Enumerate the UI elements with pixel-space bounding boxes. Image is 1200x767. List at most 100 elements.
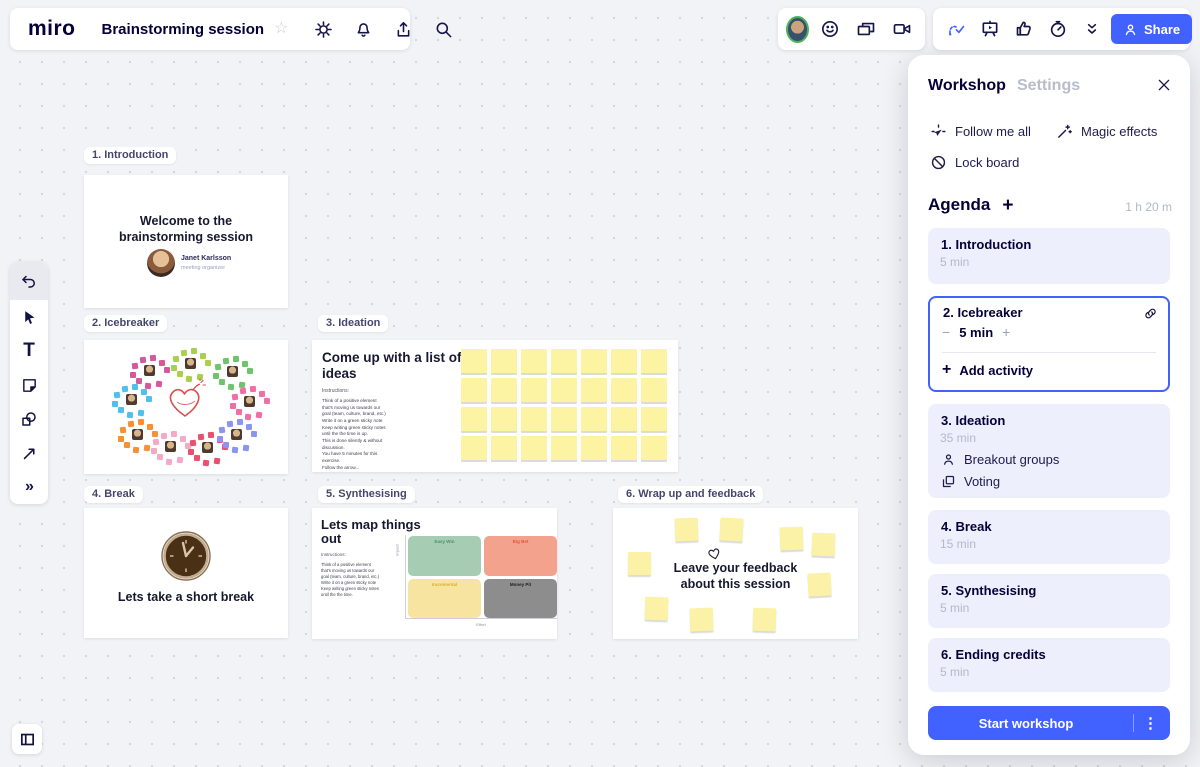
mini-sticky-note[interactable]: [153, 439, 160, 446]
miro-logo[interactable]: miro: [22, 17, 82, 41]
mini-sticky-note[interactable]: [171, 365, 177, 371]
mini-sticky-note[interactable]: [194, 455, 200, 461]
connector-arrow-tool-icon[interactable]: [10, 436, 48, 470]
presentation-icon[interactable]: [975, 14, 1005, 44]
follow-me-all-button[interactable]: Follow me all: [930, 123, 1031, 140]
sticky-note[interactable]: [461, 436, 487, 460]
undo-icon[interactable]: [10, 262, 48, 300]
mini-sticky-note[interactable]: [147, 424, 153, 430]
mini-sticky-note[interactable]: [236, 409, 242, 415]
mini-sticky-note[interactable]: [177, 371, 183, 377]
frame-label-introduction[interactable]: 1. Introduction: [84, 147, 176, 164]
mini-sticky-note[interactable]: [237, 419, 243, 425]
mini-sticky-note[interactable]: [200, 353, 206, 359]
voting-thumbs-up-icon[interactable]: [1009, 14, 1039, 44]
mini-sticky-note[interactable]: [242, 361, 248, 367]
reactions-smiley-icon[interactable]: [815, 14, 845, 44]
workshop-mode-icon[interactable]: [941, 14, 971, 44]
text-tool-icon[interactable]: T: [10, 334, 48, 368]
share-button[interactable]: Share: [1111, 14, 1192, 44]
mini-sticky-note[interactable]: [250, 386, 256, 392]
timer-icon[interactable]: [1043, 14, 1073, 44]
sticky-note[interactable]: [780, 527, 804, 551]
mini-sticky-note[interactable]: [232, 394, 239, 401]
mini-sticky-note[interactable]: [223, 358, 230, 365]
mini-sticky-note[interactable]: [215, 364, 222, 371]
add-agenda-item-button[interactable]: +: [1002, 196, 1013, 215]
mini-sticky-note[interactable]: [203, 460, 210, 467]
mini-sticky-note[interactable]: [114, 392, 121, 399]
screen-share-icon[interactable]: [851, 14, 881, 44]
sticky-note[interactable]: [551, 436, 577, 460]
mini-sticky-note[interactable]: [144, 445, 151, 452]
sticky-note[interactable]: [521, 349, 547, 373]
mini-sticky-note[interactable]: [198, 434, 205, 441]
mini-sticky-note[interactable]: [219, 427, 226, 434]
frame-label-synthesising[interactable]: 5. Synthesising: [318, 486, 415, 503]
mini-sticky-note[interactable]: [213, 373, 219, 379]
mini-sticky-note[interactable]: [240, 388, 247, 395]
agenda-item-break[interactable]: 4. Break 15 min: [928, 510, 1170, 564]
mini-sticky-note[interactable]: [152, 431, 158, 437]
mini-sticky-note[interactable]: [208, 432, 214, 438]
mini-sticky-note[interactable]: [247, 368, 253, 374]
mini-sticky-note[interactable]: [256, 412, 263, 419]
matrix-quadrant[interactable]: Big Bet: [484, 536, 557, 576]
mini-sticky-note[interactable]: [133, 447, 140, 454]
sticky-note[interactable]: [521, 378, 547, 402]
matrix-quadrant[interactable]: Money Pit: [484, 579, 557, 619]
mini-sticky-note[interactable]: [217, 436, 223, 442]
sticky-note[interactable]: [675, 518, 699, 542]
matrix-quadrant[interactable]: Incremental: [408, 579, 481, 619]
mini-sticky-note[interactable]: [173, 356, 180, 363]
mini-sticky-note[interactable]: [177, 457, 184, 464]
notifications-bell-icon[interactable]: [348, 14, 378, 44]
collapse-double-chevron-icon[interactable]: [1077, 14, 1107, 44]
mini-sticky-note[interactable]: [188, 449, 194, 455]
frames-panel-button[interactable]: [12, 724, 42, 754]
shapes-tool-icon[interactable]: [10, 402, 48, 436]
sticky-note[interactable]: [491, 436, 517, 460]
mini-sticky-note[interactable]: [233, 356, 239, 362]
sticky-note[interactable]: [461, 349, 487, 373]
magic-effects-button[interactable]: Magic effects: [1056, 123, 1157, 140]
frame-label-ideation[interactable]: 3. Ideation: [318, 315, 388, 332]
board-title[interactable]: Brainstorming session: [102, 21, 265, 38]
mini-sticky-note[interactable]: [180, 436, 186, 442]
activity-voting[interactable]: Voting: [941, 474, 1000, 489]
video-camera-icon[interactable]: [887, 14, 917, 44]
sticky-note[interactable]: [812, 533, 836, 557]
mini-sticky-note[interactable]: [151, 448, 157, 454]
frame-break[interactable]: Lets take a short break: [84, 508, 288, 638]
agenda-item-icebreaker[interactable]: 2. Icebreaker − 5 min + + Add activity: [928, 296, 1170, 392]
tab-workshop[interactable]: Workshop: [928, 77, 1006, 95]
sticky-note[interactable]: [491, 407, 517, 431]
favorite-star-icon[interactable]: ☆: [274, 21, 288, 37]
sticky-note[interactable]: [611, 349, 637, 373]
mini-sticky-note[interactable]: [124, 442, 130, 448]
mini-sticky-note[interactable]: [138, 410, 145, 417]
sticky-note[interactable]: [611, 436, 637, 460]
frame-wrapup[interactable]: Leave your feedback about this session: [613, 508, 858, 639]
mini-sticky-note[interactable]: [141, 389, 147, 395]
more-tools-icon[interactable]: »: [10, 470, 48, 504]
lock-board-button[interactable]: Lock board: [930, 154, 1019, 171]
frame-synthesising[interactable]: Lets map things out Instructions: Think …: [312, 508, 557, 639]
mini-sticky-note[interactable]: [251, 431, 257, 437]
sticky-note[interactable]: [753, 608, 777, 632]
mini-sticky-note[interactable]: [214, 458, 221, 465]
mini-sticky-note[interactable]: [122, 386, 129, 393]
sticky-note[interactable]: [611, 407, 637, 431]
tab-settings[interactable]: Settings: [1017, 77, 1080, 95]
mini-sticky-note[interactable]: [243, 445, 250, 452]
frame-label-break[interactable]: 4. Break: [84, 486, 143, 503]
sticky-note[interactable]: [521, 436, 547, 460]
mini-sticky-note[interactable]: [230, 403, 236, 409]
duration-minus-button[interactable]: −: [942, 324, 950, 340]
duration-plus-button[interactable]: +: [1002, 324, 1010, 340]
sticky-note[interactable]: [719, 517, 743, 541]
mini-sticky-note[interactable]: [171, 431, 177, 437]
mini-sticky-note[interactable]: [190, 440, 197, 447]
settings-gear-icon[interactable]: [308, 14, 338, 44]
matrix-quadrant[interactable]: Easy Win: [408, 536, 481, 576]
